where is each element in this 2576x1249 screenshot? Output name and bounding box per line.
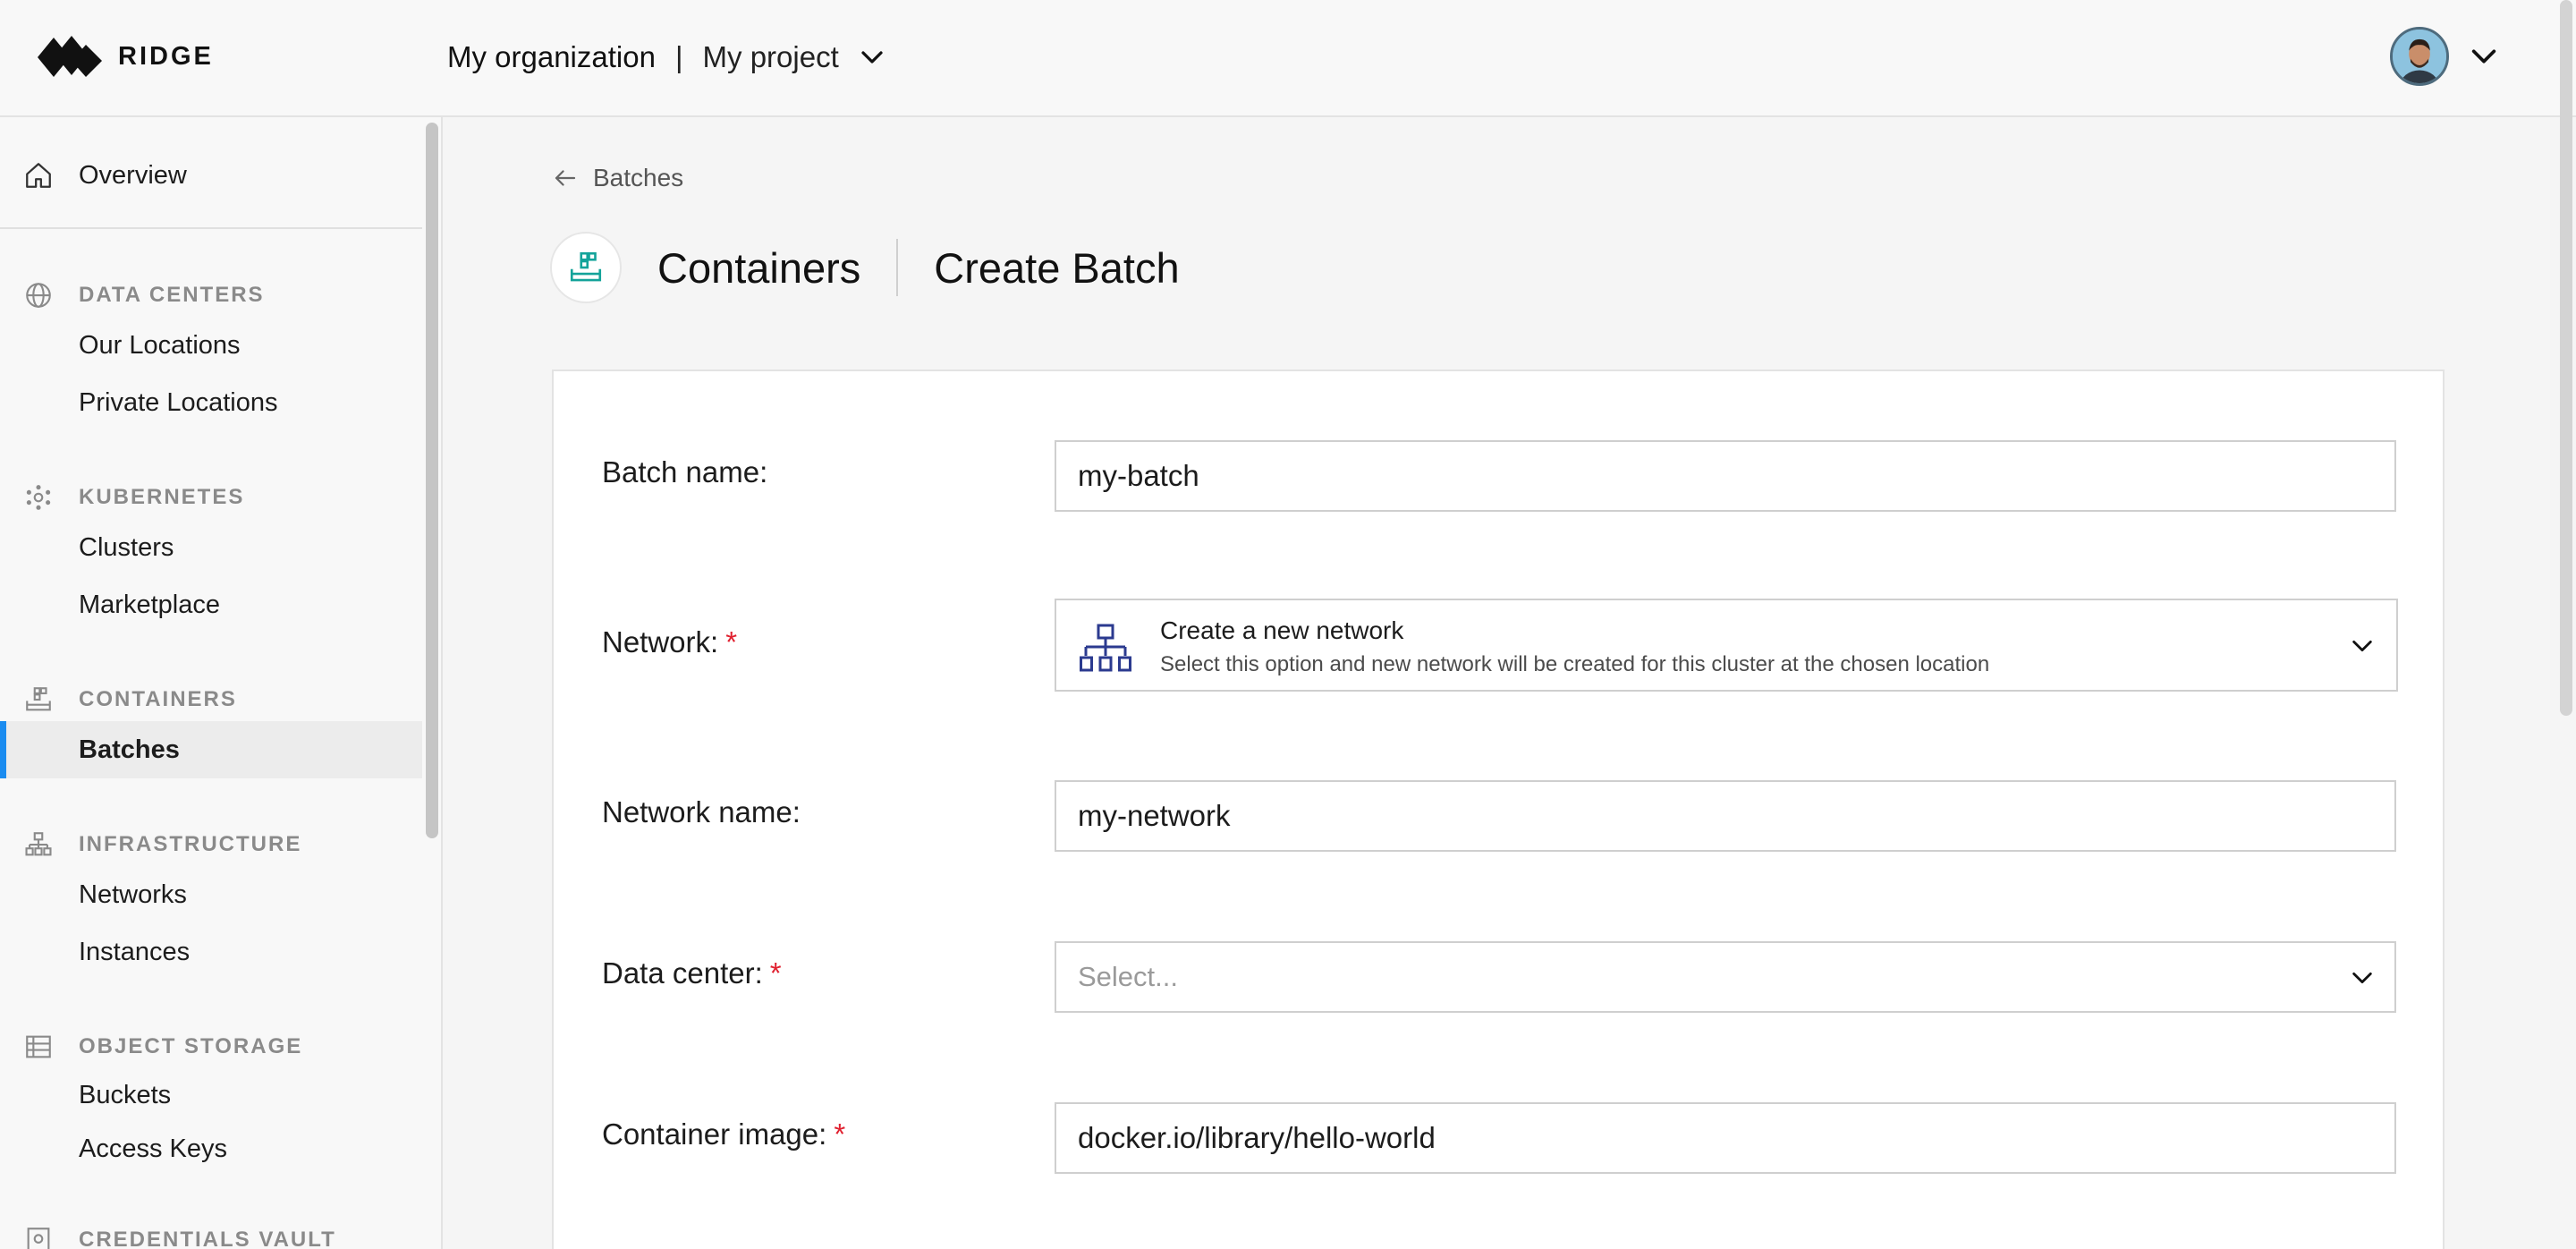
network-label-text: Network: (602, 625, 719, 658)
sidebar: Overview DATA CENTERS Our Locations Priv… (0, 117, 443, 1249)
sidebar-item-access-keys[interactable]: Access Keys (0, 1120, 422, 1177)
sidebar-item-networks[interactable]: Networks (0, 866, 422, 923)
top-header: RIDGE My organization | My project (0, 0, 2576, 117)
sidebar-item-instances[interactable]: Instances (0, 923, 422, 981)
network-name-value: my-network (1078, 799, 1231, 832)
sidebar-section-label: CREDENTIALS VAULT (79, 1228, 336, 1249)
batch-name-input[interactable]: my-batch (1055, 440, 2396, 512)
user-menu[interactable] (2390, 27, 2499, 86)
required-asterisk: * (725, 625, 738, 658)
sidebar-item-label: Clusters (79, 532, 174, 562)
chevron-down-icon (2352, 640, 2372, 652)
batch-name-label: Batch name: (602, 455, 767, 489)
network-option-title: Create a new network (1160, 616, 1404, 644)
page-title-row: Containers Create Batch (550, 232, 1180, 303)
globe-icon (26, 283, 51, 308)
org-separator: | (674, 40, 683, 73)
sidebar-item-batches[interactable]: Batches (0, 721, 422, 778)
sidebar-item-private-locations[interactable]: Private Locations (0, 374, 422, 431)
avatar (2390, 27, 2449, 86)
sidebar-divider (0, 227, 422, 229)
home-icon (26, 163, 51, 188)
sidebar-item-label: Private Locations (79, 387, 278, 417)
page-subtitle: Create Batch (934, 243, 1180, 292)
sidebar-scrollbar[interactable] (426, 123, 438, 838)
chevron-down-icon (861, 51, 883, 64)
sidebar-section-label: CONTAINERS (79, 687, 237, 711)
containers-title-badge (550, 232, 622, 303)
sidebar-section-containers: CONTAINERS (0, 680, 422, 719)
containers-icon (570, 251, 602, 282)
network-name-label: Network name: (602, 795, 801, 829)
sidebar-item-label: Our Locations (79, 330, 241, 360)
required-asterisk: * (834, 1117, 846, 1151)
chevron-down-icon (2352, 972, 2372, 984)
storage-icon (26, 1035, 51, 1058)
sidebar-item-label: Marketplace (79, 590, 220, 619)
sidebar-item-marketplace[interactable]: Marketplace (0, 576, 422, 633)
sidebar-section-object-storage: OBJECT STORAGE (0, 1027, 422, 1066)
container-image-value: docker.io/library/hello-world (1078, 1121, 1436, 1154)
data-center-label-text: Data center: (602, 956, 763, 990)
ridge-logo-icon (38, 36, 102, 77)
ridge-logo[interactable]: RIDGE (36, 30, 214, 82)
back-link-label: Batches (593, 164, 684, 191)
sidebar-section-label: DATA CENTERS (79, 283, 265, 307)
chevron-down-icon (2471, 49, 2496, 64)
sidebar-item-buckets[interactable]: Buckets (0, 1066, 422, 1124)
create-batch-form: Batch name: my-batch Network: * Create a … (552, 370, 2445, 1249)
page-title: Containers (657, 243, 861, 292)
kubernetes-icon (26, 485, 51, 510)
containers-icon (26, 687, 51, 711)
logo-text: RIDGE (118, 41, 214, 71)
data-center-placeholder: Select... (1078, 961, 1178, 992)
sidebar-section-label: KUBERNETES (79, 485, 245, 509)
user-avatar-icon (2393, 30, 2446, 83)
network-select[interactable]: Create a new network Select this option … (1055, 599, 2398, 692)
network-label: Network: * (602, 625, 737, 659)
sidebar-item-label: Networks (79, 879, 187, 909)
container-image-input[interactable]: docker.io/library/hello-world (1055, 1102, 2396, 1174)
sidebar-item-label: Batches (79, 735, 180, 764)
sidebar-item-label: Overview (79, 160, 187, 190)
batch-name-label-text: Batch name: (602, 455, 768, 489)
vault-icon (27, 1228, 50, 1249)
batch-name-value: my-batch (1078, 459, 1199, 492)
data-center-select[interactable]: Select... (1055, 941, 2396, 1013)
org-name: My organization (447, 40, 656, 73)
sidebar-section-data-centers: DATA CENTERS (0, 276, 422, 315)
sidebar-section-credentials-vault: CREDENTIALS VAULT (0, 1220, 422, 1249)
container-image-label: Container image: * (602, 1117, 845, 1151)
sidebar-item-label: Instances (79, 937, 191, 966)
network-name-label-text: Network name: (602, 795, 801, 828)
network-name-input[interactable]: my-network (1055, 780, 2396, 852)
arrow-left-icon (555, 170, 576, 186)
title-divider (896, 239, 899, 296)
sidebar-item-label: Buckets (79, 1080, 172, 1109)
container-image-label-text: Container image: (602, 1117, 827, 1151)
page-scrollbar[interactable] (2560, 0, 2572, 716)
sidebar-item-overview[interactable]: Overview (0, 147, 422, 204)
sidebar-section-kubernetes: KUBERNETES (0, 478, 422, 517)
network-option-description: Select this option and new network will … (1160, 652, 1990, 676)
sidebar-section-infrastructure: INFRASTRUCTURE (0, 825, 422, 864)
data-center-label: Data center: * (602, 956, 782, 990)
network-icon (1080, 624, 1131, 672)
back-to-batches-link[interactable]: Batches (552, 164, 683, 192)
network-icon (25, 832, 52, 856)
sidebar-item-label: Access Keys (79, 1134, 227, 1163)
project-name: My project (702, 40, 839, 73)
required-asterisk: * (769, 956, 782, 990)
sidebar-item-clusters[interactable]: Clusters (0, 519, 422, 576)
org-project-switcher[interactable]: My organization | My project (447, 36, 886, 79)
sidebar-section-label: OBJECT STORAGE (79, 1034, 303, 1058)
sidebar-section-label: INFRASTRUCTURE (79, 832, 302, 856)
sidebar-item-our-locations[interactable]: Our Locations (0, 317, 422, 374)
main-content: Batches Containers Create Batch Batch na… (445, 117, 2558, 1249)
